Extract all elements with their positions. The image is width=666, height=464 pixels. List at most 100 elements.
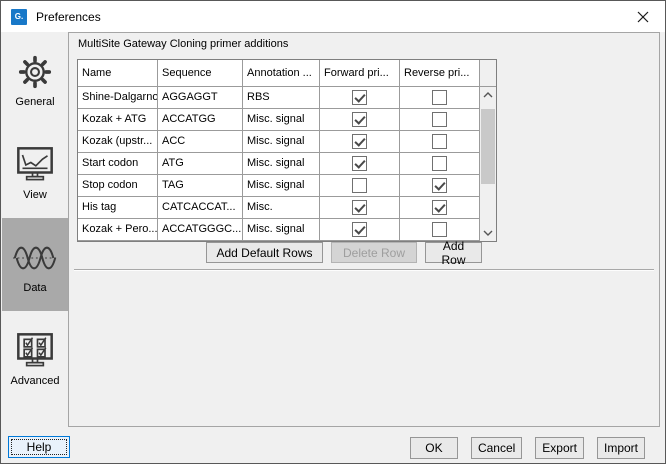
sidebar-item-general[interactable]: General xyxy=(2,32,68,125)
cell-annotation[interactable]: Misc. signal xyxy=(243,153,320,175)
add-default-rows-button[interactable]: Add Default Rows xyxy=(206,242,323,263)
gear-icon xyxy=(16,50,54,94)
cell-annotation[interactable]: Misc. signal xyxy=(243,131,320,153)
cell-annotation[interactable]: Misc. signal xyxy=(243,175,320,197)
table-scrollbar[interactable] xyxy=(479,87,496,241)
cell-name[interactable]: Shine-Dalgarno xyxy=(78,87,158,109)
column-header-annotation[interactable]: Annotation ... xyxy=(243,60,320,86)
cell-reverse-primer[interactable] xyxy=(400,175,480,197)
cell-sequence[interactable]: ATG xyxy=(158,153,243,175)
cell-forward-primer[interactable] xyxy=(320,109,400,131)
cancel-button[interactable]: Cancel xyxy=(471,437,522,459)
import-button[interactable]: Import xyxy=(597,437,645,459)
primer-additions-table: Name Sequence Annotation ... Forward pri… xyxy=(77,59,497,242)
column-header-forward[interactable]: Forward pri... xyxy=(320,60,400,86)
monitor-chart-icon xyxy=(15,143,55,187)
reverse-primer-checkbox[interactable] xyxy=(432,222,447,237)
cell-annotation[interactable]: Misc. xyxy=(243,197,320,219)
cell-sequence[interactable]: ACC xyxy=(158,131,243,153)
column-header-reverse[interactable]: Reverse pri... xyxy=(400,60,480,86)
cell-forward-primer[interactable] xyxy=(320,87,400,109)
cell-annotation[interactable]: Misc. signal xyxy=(243,219,320,241)
column-header-sequence[interactable]: Sequence xyxy=(158,60,243,86)
reverse-primer-checkbox[interactable] xyxy=(432,134,447,149)
table-row[interactable]: Stop codonTAGMisc. signal xyxy=(78,175,480,197)
cell-forward-primer[interactable] xyxy=(320,153,400,175)
table-row[interactable]: Kozak + ATGACCATGGMisc. signal xyxy=(78,109,480,131)
forward-primer-checkbox[interactable] xyxy=(352,156,367,171)
chevron-down-icon xyxy=(483,230,493,236)
cell-reverse-primer[interactable] xyxy=(400,197,480,219)
forward-primer-checkbox[interactable] xyxy=(352,222,367,237)
forward-primer-checkbox[interactable] xyxy=(352,178,367,193)
header-filler xyxy=(480,60,496,86)
table-row[interactable]: Start codonATGMisc. signal xyxy=(78,153,480,175)
window-title: Preferences xyxy=(36,10,101,24)
title-bar: G. Preferences xyxy=(1,1,665,32)
reverse-primer-checkbox[interactable] xyxy=(432,200,447,215)
cell-sequence[interactable]: TAG xyxy=(158,175,243,197)
scrollbar-down-button[interactable] xyxy=(480,225,496,241)
delete-row-button[interactable]: Delete Row xyxy=(331,242,417,263)
cell-reverse-primer[interactable] xyxy=(400,87,480,109)
forward-primer-checkbox[interactable] xyxy=(352,112,367,127)
forward-primer-checkbox[interactable] xyxy=(352,90,367,105)
table-row[interactable]: His tagCATCACCAT...Misc. xyxy=(78,197,480,219)
group-label: MultiSite Gateway Cloning primer additio… xyxy=(78,38,288,50)
cell-name[interactable]: Stop codon xyxy=(78,175,158,197)
sidebar-item-label: Data xyxy=(23,282,46,294)
table-row[interactable]: Kozak (upstr...ACCMisc. signal xyxy=(78,131,480,153)
export-button[interactable]: Export xyxy=(535,437,584,459)
close-button[interactable] xyxy=(620,1,665,32)
table-body: Shine-DalgarnoAGGAGGTRBSKozak + ATGACCAT… xyxy=(78,87,480,241)
reverse-primer-checkbox[interactable] xyxy=(432,178,447,193)
table-header: Name Sequence Annotation ... Forward pri… xyxy=(78,60,496,87)
preferences-dialog: G. Preferences xyxy=(0,0,666,464)
cell-sequence[interactable]: ACCATGGGC... xyxy=(158,219,243,241)
table-row[interactable]: Kozak + Pero...ACCATGGGC...Misc. signal xyxy=(78,219,480,241)
ok-button[interactable]: OK xyxy=(410,437,458,459)
horizontal-separator xyxy=(74,269,654,271)
cell-reverse-primer[interactable] xyxy=(400,131,480,153)
chevron-up-icon xyxy=(483,92,493,98)
sidebar: General View xyxy=(2,32,68,412)
table-button-row: Add Default Rows Delete Row Add Row xyxy=(206,242,482,263)
sidebar-item-advanced[interactable]: Advanced xyxy=(2,311,68,404)
cell-annotation[interactable]: Misc. signal xyxy=(243,109,320,131)
cell-sequence[interactable]: CATCACCAT... xyxy=(158,197,243,219)
scrollbar-up-button[interactable] xyxy=(480,87,496,103)
monitor-checkboxes-icon xyxy=(15,329,55,373)
cell-name[interactable]: Kozak + Pero... xyxy=(78,219,158,241)
cell-forward-primer[interactable] xyxy=(320,219,400,241)
close-icon xyxy=(637,11,649,23)
sidebar-item-label: View xyxy=(23,189,47,201)
cell-forward-primer[interactable] xyxy=(320,175,400,197)
reverse-primer-checkbox[interactable] xyxy=(432,156,447,171)
column-header-name[interactable]: Name xyxy=(78,60,158,86)
reverse-primer-checkbox[interactable] xyxy=(432,90,447,105)
cell-name[interactable]: Kozak (upstr... xyxy=(78,131,158,153)
cell-sequence[interactable]: AGGAGGT xyxy=(158,87,243,109)
app-icon: G. xyxy=(11,9,27,25)
forward-primer-checkbox[interactable] xyxy=(352,200,367,215)
cell-name[interactable]: Kozak + ATG xyxy=(78,109,158,131)
table-row[interactable]: Shine-DalgarnoAGGAGGTRBS xyxy=(78,87,480,109)
sine-wave-icon xyxy=(13,236,57,280)
reverse-primer-checkbox[interactable] xyxy=(432,112,447,127)
sidebar-item-data[interactable]: Data xyxy=(2,218,68,311)
forward-primer-checkbox[interactable] xyxy=(352,134,367,149)
cell-reverse-primer[interactable] xyxy=(400,109,480,131)
cell-forward-primer[interactable] xyxy=(320,131,400,153)
sidebar-item-view[interactable]: View xyxy=(2,125,68,218)
cell-reverse-primer[interactable] xyxy=(400,153,480,175)
cell-name[interactable]: His tag xyxy=(78,197,158,219)
cell-sequence[interactable]: ACCATGG xyxy=(158,109,243,131)
scrollbar-thumb[interactable] xyxy=(481,109,495,184)
help-button[interactable]: Help xyxy=(8,436,70,458)
sidebar-item-label: Advanced xyxy=(11,375,60,387)
add-row-button[interactable]: Add Row xyxy=(425,242,482,263)
cell-name[interactable]: Start codon xyxy=(78,153,158,175)
cell-forward-primer[interactable] xyxy=(320,197,400,219)
data-preferences-panel: MultiSite Gateway Cloning primer additio… xyxy=(68,32,660,427)
cell-annotation[interactable]: RBS xyxy=(243,87,320,109)
